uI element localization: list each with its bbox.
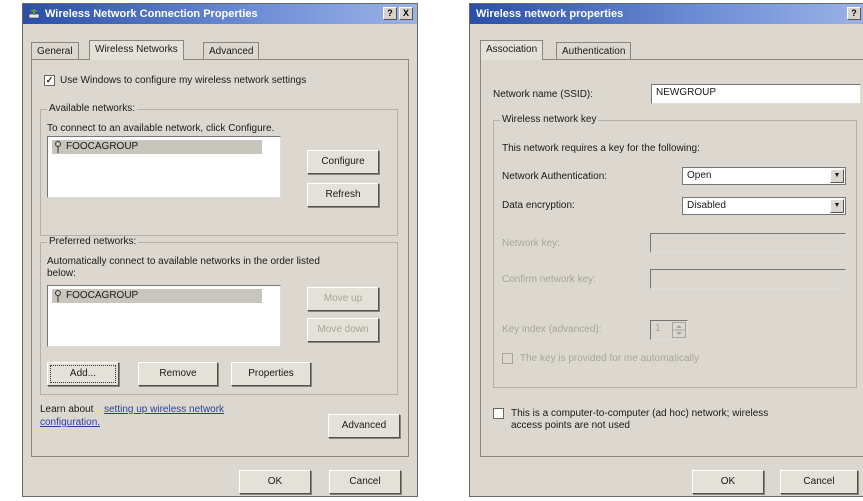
preferred-instruction-line1: Automatically connect to available netwo… [47, 256, 320, 267]
key-index-label: Key index (advanced): [502, 324, 602, 335]
setup-wireless-link-line2[interactable]: configuration. [40, 417, 100, 428]
add-button[interactable]: Add... [47, 362, 119, 386]
setup-wireless-link-line1[interactable]: setting up wireless network [104, 404, 224, 415]
auto-key-checkbox[interactable] [502, 353, 513, 364]
preferred-networks-group: Preferred networks: Automatically connec… [40, 236, 398, 395]
tab-general[interactable]: General [31, 42, 79, 60]
learn-about-text: Learn about [40, 404, 94, 415]
dialog-title: Wireless network properties [476, 8, 624, 20]
cancel-button[interactable]: Cancel [780, 470, 858, 494]
network-authentication-select[interactable]: Open ▼ [682, 167, 846, 185]
help-button[interactable]: ? [383, 7, 397, 20]
adhoc-label-line1: This is a computer-to-computer (ad hoc) … [511, 408, 769, 419]
wireless-network-properties-dialog: Wireless network properties ? Associatio… [469, 3, 863, 497]
use-windows-checkbox[interactable]: ✓ [44, 75, 55, 86]
antenna-icon [55, 141, 61, 153]
network-authentication-label: Network Authentication: [502, 171, 608, 182]
data-encryption-select[interactable]: Disabled ▼ [682, 197, 846, 215]
auto-key-label: The key is provided for me automatically [520, 353, 699, 364]
use-windows-label: Use Windows to configure my wireless net… [60, 75, 307, 86]
tab-panel: Network name (SSID): NEWGROUP Wireless n… [480, 59, 863, 457]
wireless-network-key-group: Wireless network key This network requir… [493, 114, 857, 388]
wireless-key-legend: Wireless network key [500, 114, 599, 125]
close-button[interactable]: X [399, 7, 413, 20]
preferred-networks-list[interactable]: FOOCAGROUP [47, 285, 281, 347]
adhoc-checkbox[interactable] [493, 408, 504, 419]
remove-button[interactable]: Remove [138, 362, 218, 386]
ok-button[interactable]: OK [239, 470, 311, 494]
configure-button[interactable]: Configure [307, 150, 379, 174]
tab-authentication[interactable]: Authentication [556, 42, 632, 60]
available-networks-group: Available networks: To connect to an ava… [40, 103, 398, 236]
available-instruction: To connect to an available network, clic… [47, 123, 275, 134]
title-bar[interactable]: Wireless network properties ? [470, 4, 863, 24]
chevron-down-icon[interactable]: ▼ [830, 169, 844, 183]
ssid-input[interactable]: NEWGROUP [651, 84, 861, 104]
tab-wireless-networks[interactable]: Wireless Networks [89, 40, 184, 60]
preferred-instruction-line2: below: [47, 268, 76, 279]
chevron-down-icon[interactable]: ▼ [830, 199, 844, 213]
available-networks-list[interactable]: FOOCAGROUP [47, 136, 281, 198]
confirm-key-input[interactable] [650, 269, 846, 289]
dialog-title: Wireless Network Connection Properties [45, 8, 258, 20]
move-down-button[interactable]: Move down [307, 318, 379, 342]
network-key-label: Network key: [502, 238, 560, 249]
ssid-label: Network name (SSID): [493, 89, 594, 100]
confirm-key-label: Confirm network key: [502, 274, 596, 285]
help-button[interactable]: ? [847, 7, 861, 20]
preferred-networks-legend: Preferred networks: [47, 236, 139, 247]
connection-properties-dialog: Wireless Network Connection Properties ?… [22, 3, 418, 497]
spinner-arrows-icon[interactable] [672, 322, 686, 338]
tab-advanced[interactable]: Advanced [203, 42, 260, 60]
refresh-button[interactable]: Refresh [307, 183, 379, 207]
network-key-input[interactable] [650, 233, 846, 253]
adhoc-label-line2: access points are not used [511, 420, 630, 431]
properties-button[interactable]: Properties [231, 362, 311, 386]
data-encryption-label: Data encryption: [502, 200, 575, 211]
list-item[interactable]: FOOCAGROUP [52, 289, 262, 303]
tab-panel: ✓ Use Windows to configure my wireless n… [31, 59, 409, 457]
antenna-icon [55, 290, 61, 302]
available-networks-legend: Available networks: [47, 103, 137, 114]
title-bar[interactable]: Wireless Network Connection Properties ?… [23, 4, 417, 24]
cancel-button[interactable]: Cancel [329, 470, 401, 494]
ok-button[interactable]: OK [692, 470, 764, 494]
move-up-button[interactable]: Move up [307, 287, 379, 311]
network-connection-icon [28, 9, 40, 19]
list-item[interactable]: FOOCAGROUP [52, 140, 262, 154]
tab-association[interactable]: Association [480, 40, 544, 60]
key-info-text: This network requires a key for the foll… [502, 143, 700, 154]
advanced-button[interactable]: Advanced [328, 414, 400, 438]
